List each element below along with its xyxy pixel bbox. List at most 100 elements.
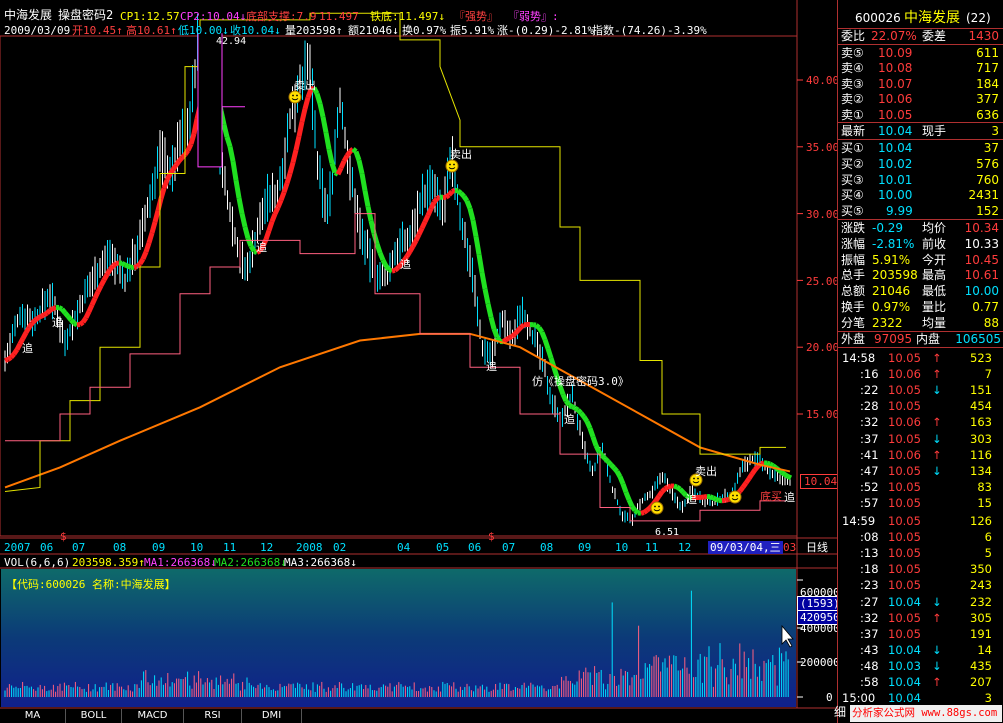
buy-level-label: 买④ [841, 188, 864, 203]
info-index: 指数-(74.26)-3.39% [592, 24, 707, 37]
price-tick: 30.00 [806, 208, 840, 221]
trend-ma-segment [66, 314, 73, 322]
trend-ma-segment [660, 486, 667, 494]
trend-ma-segment [275, 199, 284, 209]
panel-count: (22) [966, 11, 991, 25]
header-cp1: CP1:12.57 [120, 10, 180, 23]
stat-value: 2322 [872, 315, 903, 330]
tab-dmi[interactable]: DMI [242, 709, 302, 723]
stat-label: 均价 [922, 221, 947, 235]
date-tick: 02 [333, 541, 347, 554]
period-label[interactable]: 日线 [806, 541, 828, 554]
panel-stock-name: 中海发展 [904, 10, 960, 26]
trend-ma-segment [6, 355, 13, 362]
tick-row: :16 10.06 ↑ 7 [838, 366, 1003, 382]
tick-volume: 207 [970, 675, 992, 689]
buy-level-label: 买① [841, 141, 864, 155]
trend-ma-segment [479, 272, 488, 290]
trend-ma-segment [266, 220, 275, 232]
tick-row: :08 10.05 6 [838, 529, 1003, 545]
trend-ma-segment [317, 103, 326, 118]
tab-rsi[interactable]: RSI [184, 709, 242, 723]
stat-label: 分笔 [841, 315, 866, 330]
trend-ma-segment [536, 326, 545, 334]
last-value: 10.04 [878, 124, 913, 138]
vol-indicator-name[interactable]: VOL(6,6,6) [4, 556, 70, 569]
tick-price: 10.04 [888, 642, 921, 657]
tick-volume: 435 [970, 658, 992, 673]
tick-arrow: ↓ [932, 642, 942, 657]
chase-signal: 追 [256, 241, 267, 254]
trend-ma-segment [26, 321, 35, 329]
tick-arrow: ↑ [932, 610, 942, 625]
detail-tab[interactable]: 细 [834, 706, 846, 719]
trend-ma-segment [606, 459, 613, 467]
tick-time: :08 [860, 530, 879, 545]
trend-ma-segment [516, 325, 523, 333]
stat-label: 均量 [922, 315, 947, 330]
tick-volume: 116 [970, 447, 992, 462]
sell-level-row: 卖② 10.06 377 [838, 91, 1003, 107]
trend-ma-segment [456, 188, 463, 196]
tab-boll[interactable]: BOLL [66, 709, 122, 723]
tick-time: :43 [860, 642, 879, 657]
tab-ma[interactable]: MA [0, 709, 66, 723]
price-tick: 25.00 [806, 275, 840, 288]
trend-ma-segment [224, 136, 233, 148]
date-tick: 07 [72, 541, 86, 554]
tick-price: 10.04 [888, 594, 921, 609]
sell-level-label: 卖⑤ [841, 46, 864, 60]
trend-ma-segment [584, 420, 593, 430]
stat-label: 振幅 [841, 252, 866, 267]
trend-ma-segment [404, 250, 413, 258]
kline-chart-area[interactable] [0, 0, 837, 723]
tick-volume: 83 [977, 479, 992, 494]
trend-ma-segment [140, 250, 149, 261]
trend-ma-segment [152, 209, 161, 223]
trend-ma-segment [302, 96, 311, 110]
trend-ma-segment [314, 92, 323, 105]
tick-row: :37 10.05 191 [838, 626, 1003, 642]
tick-time: :32 [860, 610, 879, 625]
header-strong: 『强势』 [454, 10, 498, 23]
tick-time: :37 [860, 431, 879, 446]
buy-level-row: 买② 10.02 576 [838, 156, 1003, 172]
trend-ma-segment [48, 306, 55, 313]
trend-ma-segment [359, 173, 368, 192]
tick-price: 10.05 [888, 610, 921, 625]
tab-macd[interactable]: MACD [122, 709, 184, 723]
tick-row: :13 10.05 5 [838, 545, 1003, 561]
trend-ma-segment [14, 342, 23, 351]
info-turnover: 换0.97% [402, 24, 447, 37]
sell-level-label: 卖③ [841, 76, 864, 91]
stat-label: 最高 [922, 268, 947, 283]
trend-ma-segment [422, 214, 431, 223]
sell-level-price: 10.06 [878, 92, 913, 107]
smiley-eye [449, 163, 451, 166]
trend-ma-segment [614, 470, 623, 478]
vol-tick: 200000 [800, 656, 840, 669]
stat-value: 21046 [872, 284, 911, 299]
tick-volume: 14 [977, 642, 992, 657]
tick-row: :57 10.05 15 [838, 495, 1003, 511]
stat-label: 换手 [841, 300, 866, 314]
trend-ma-segment [374, 242, 383, 254]
buy-level-volume: 760 [976, 172, 999, 187]
sell-level-volume: 377 [976, 92, 999, 107]
tick-price: 10.04 [888, 691, 921, 706]
trend-ma-segment [673, 483, 678, 490]
trend-ma-segment [454, 187, 459, 194]
stat-label: 涨跌 [841, 221, 866, 235]
sell-level-price: 10.05 [878, 107, 913, 122]
tick-volume: 454 [970, 399, 992, 414]
trend-ma-segment [626, 498, 635, 508]
tick-row: :43 10.04 ↓ 14 [838, 642, 1003, 658]
tick-volume: 7 [984, 367, 992, 382]
trend-ma-segment [111, 261, 118, 268]
sell-level-price: 10.08 [878, 61, 913, 76]
trend-ma-segment [52, 305, 57, 311]
tick-price: 10.05 [888, 578, 921, 593]
chase-signal: 追 [784, 491, 795, 504]
trend-ma-segment [239, 213, 248, 228]
trend-ma-segment [678, 487, 685, 494]
